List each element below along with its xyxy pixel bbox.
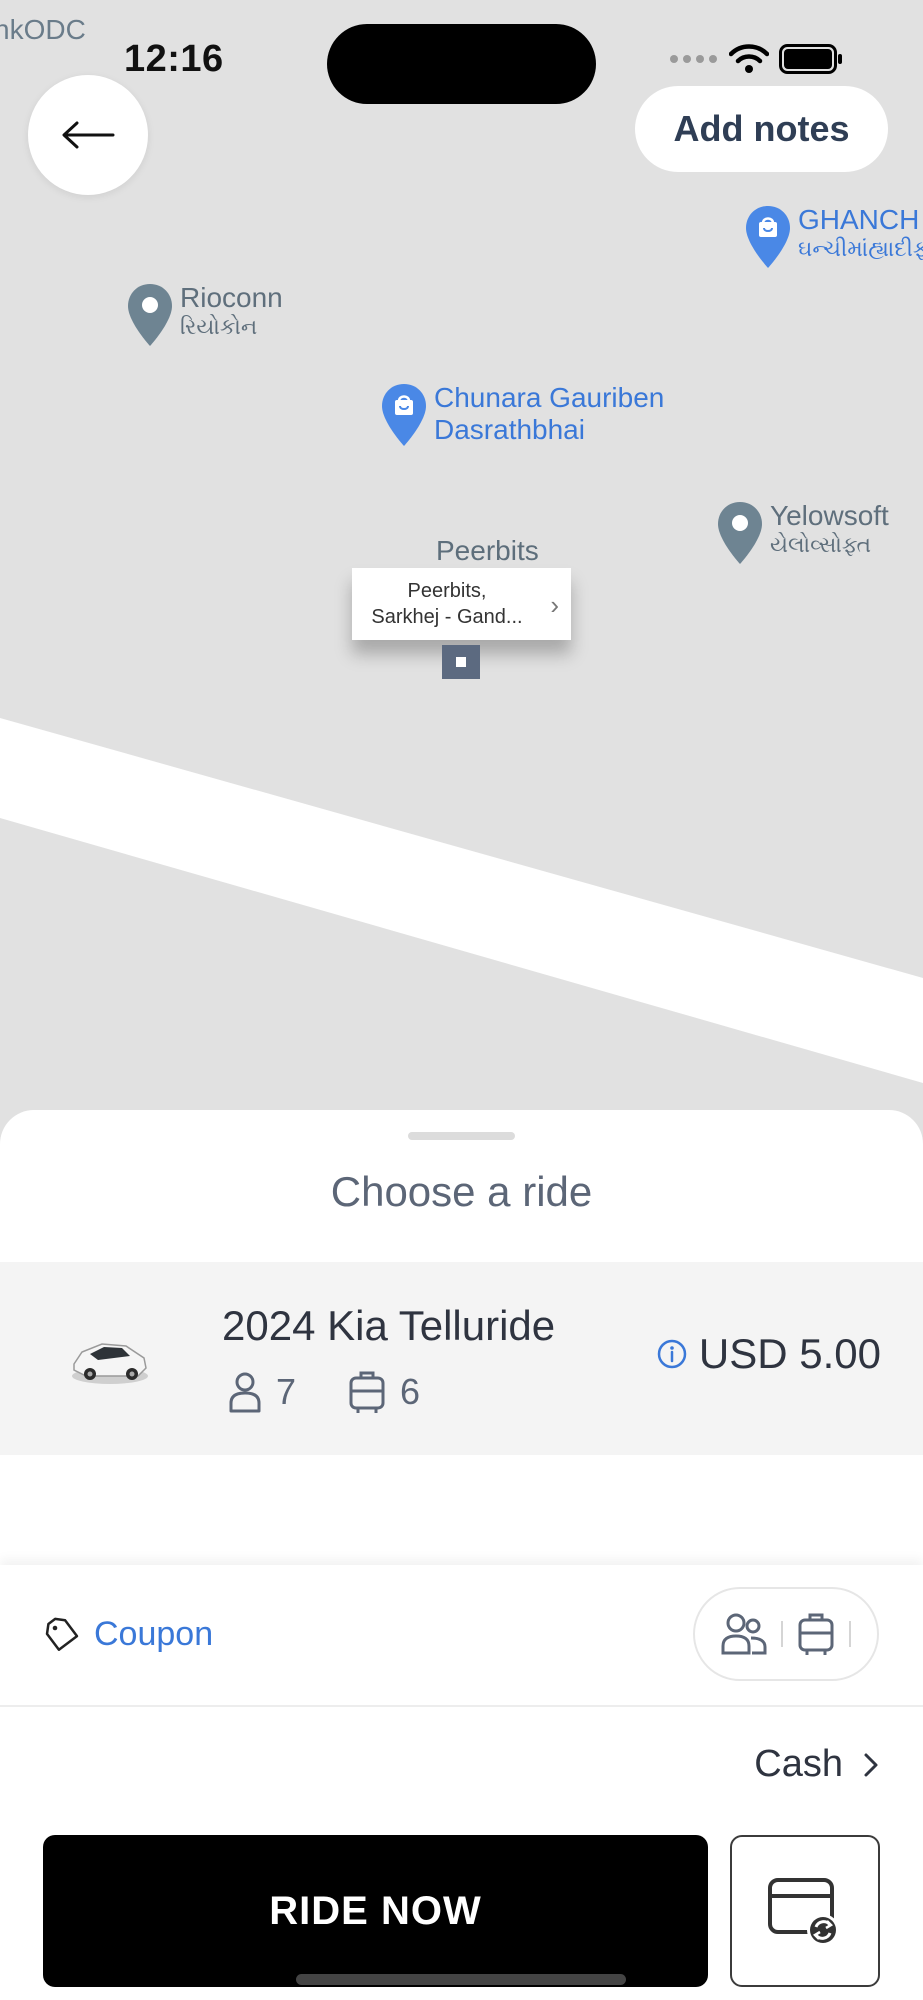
map-area-label: Peerbits xyxy=(436,535,539,566)
people-icon xyxy=(721,1613,767,1655)
payment-method-selector[interactable]: Cash xyxy=(754,1743,879,1786)
section-divider xyxy=(0,1705,923,1707)
callout-line1: Peerbits, xyxy=(407,580,487,602)
arrow-left-icon xyxy=(62,121,115,149)
sheet-grabber[interactable] xyxy=(408,1132,515,1140)
poi-rioconn[interactable]: Rioconn રિયોકોન xyxy=(126,282,283,348)
add-notes-button[interactable]: Add notes xyxy=(635,86,888,172)
payment-method-label: Cash xyxy=(754,1743,843,1785)
map-pin-icon xyxy=(718,502,762,564)
poi-local-name: યેલોવ્સોફ્ત xyxy=(770,532,872,558)
status-time: 12:16 xyxy=(124,38,224,80)
poi-name: Yelowsoft xyxy=(770,500,889,531)
divider xyxy=(849,1621,851,1647)
status-icons xyxy=(669,44,843,74)
screen: nkODC Rioconn રિયોકોન Chunara Gauriben D… xyxy=(0,0,923,2000)
passenger-count: 7 xyxy=(276,1371,297,1412)
luggage-icon xyxy=(798,1613,834,1655)
wifi-icon xyxy=(729,44,769,73)
ride-price[interactable]: USD 5.00 xyxy=(657,1330,881,1378)
back-button[interactable] xyxy=(28,75,148,195)
dynamic-island xyxy=(327,24,596,104)
pickup-marker xyxy=(442,645,480,679)
luggage-count: 6 xyxy=(400,1371,421,1412)
poi-local-name: ઘન્ચીમાંહ્યાદીફ xyxy=(798,236,923,262)
info-icon[interactable] xyxy=(657,1339,687,1369)
car-image xyxy=(72,1343,148,1384)
shopping-bag-pin-icon xyxy=(382,384,426,446)
ride-now-button[interactable]: RIDE NOW xyxy=(43,1835,708,1987)
poi-ghanch[interactable]: GHANCH ઘન્ચીમાંહ્યાદીફ xyxy=(744,204,923,270)
coupon-label: Coupon xyxy=(94,1615,214,1653)
poi-name: Chunara Gauriben xyxy=(434,382,665,413)
battery-icon xyxy=(779,44,842,74)
shopping-bag-pin-icon xyxy=(746,206,790,268)
chevron-right-icon xyxy=(864,1753,878,1776)
map-corner-label: nkODC xyxy=(0,14,86,45)
chevron-right-icon: › xyxy=(550,590,559,620)
ride-preferences-button[interactable] xyxy=(693,1587,879,1681)
sheet-title: Choose a ride xyxy=(330,1168,593,1215)
poi-local-name: રિયોકોન xyxy=(180,314,258,340)
coupon-button[interactable]: Coupon xyxy=(44,1615,213,1654)
map-pin-icon xyxy=(128,284,172,346)
poi-name-line2: Dasrathbhai xyxy=(434,414,585,446)
ride-option[interactable]: 2024 Kia Telluride 7 6 USD 5.00 xyxy=(0,1262,923,1455)
pickup-callout[interactable]: Peerbits, Sarkhej - Gand... › xyxy=(352,568,571,640)
callout-line2: Sarkhej - Gand... xyxy=(371,606,523,628)
schedule-ride-button[interactable] xyxy=(730,1835,880,1987)
luggage-icon xyxy=(349,1371,385,1413)
ride-bottom-sheet: Choose a ride 2024 Kia Telluride 7 6 USD… xyxy=(0,1110,923,2000)
ride-name: 2024 Kia Telluride xyxy=(222,1302,556,1349)
checkout-panel: Coupon Cash RIDE NOW xyxy=(0,1565,923,2000)
poi-yelowsoft[interactable]: Yelowsoft યેલોવ્સોફ્ત xyxy=(716,500,889,566)
price-value: USD 5.00 xyxy=(698,1330,881,1377)
ride-capacity: 7 6 xyxy=(228,1370,472,1414)
poi-chunara[interactable]: Chunara Gauriben Dasrathbhai xyxy=(380,382,664,448)
poi-name: GHANCH xyxy=(798,204,920,235)
signal-icon xyxy=(670,55,717,63)
divider xyxy=(781,1621,783,1647)
tag-icon xyxy=(45,1617,79,1651)
home-indicator[interactable] xyxy=(296,1974,626,1985)
poi-name: Rioconn xyxy=(180,282,283,313)
person-icon xyxy=(229,1372,261,1413)
calendar-refresh-icon xyxy=(768,1878,839,1946)
